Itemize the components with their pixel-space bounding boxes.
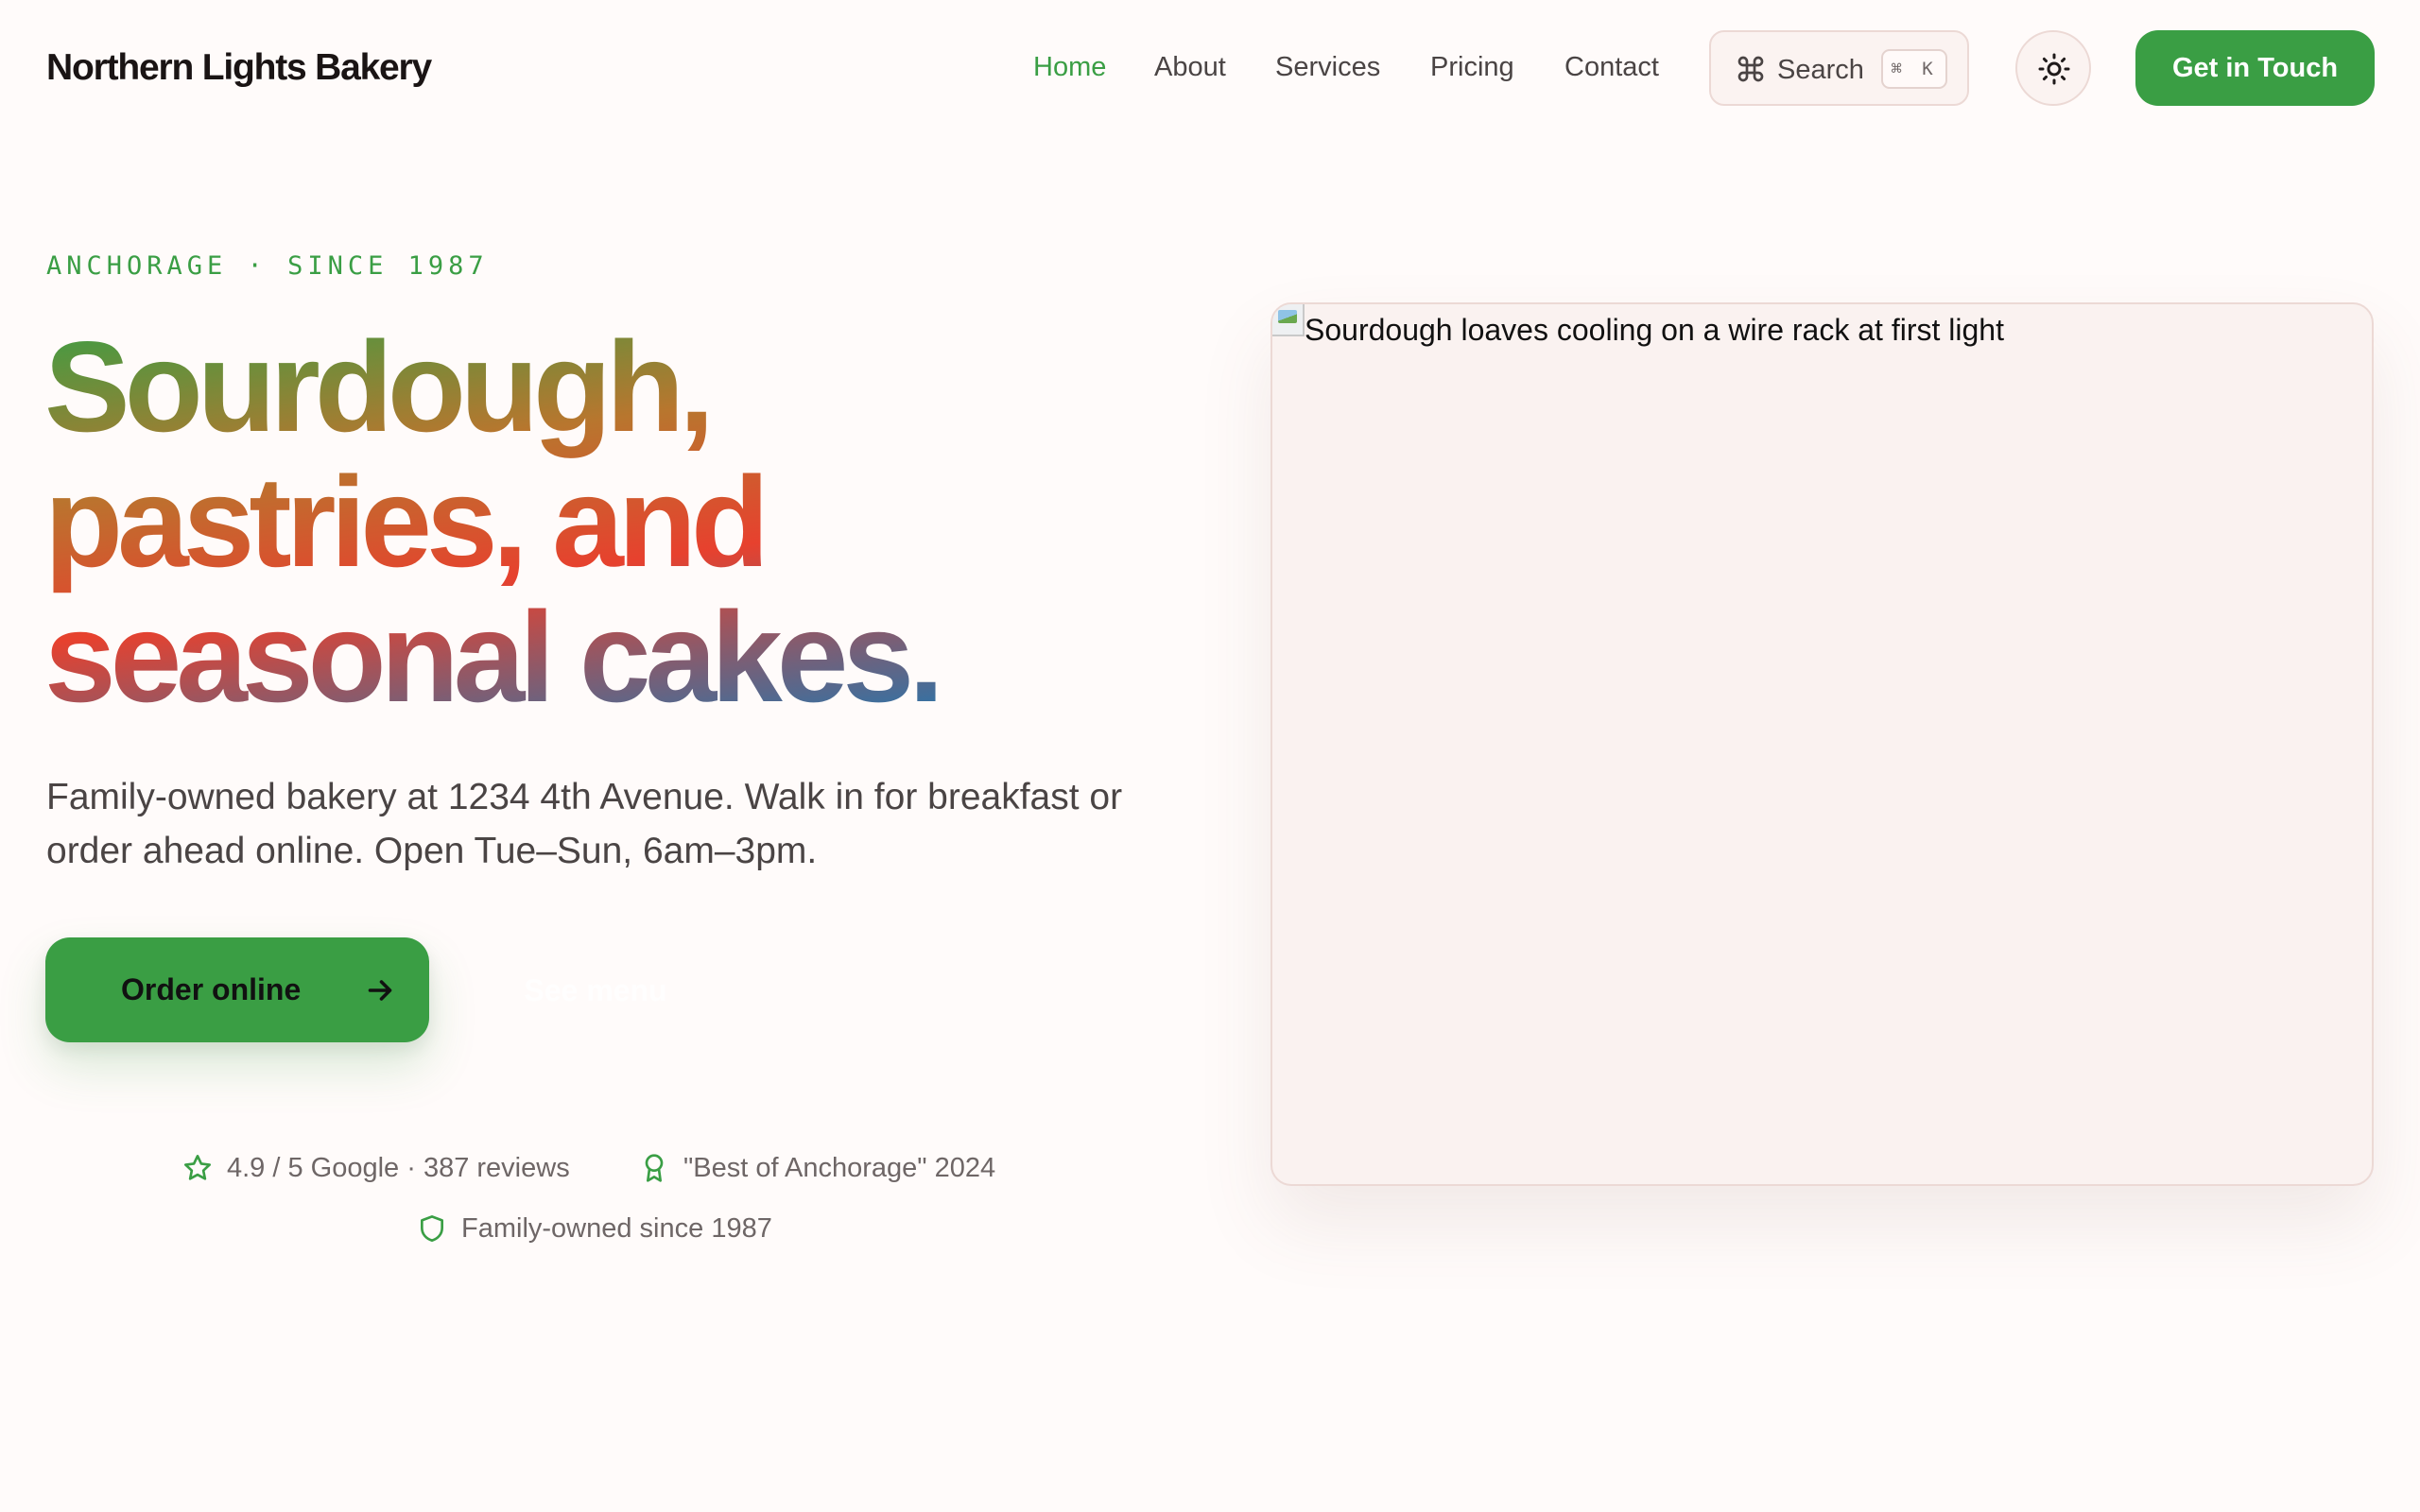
trust-rating-text: 4.9 / 5 Google · 387 reviews (227, 1153, 570, 1183)
nav-pricing[interactable]: Pricing (1430, 52, 1514, 83)
command-icon (1737, 56, 1764, 82)
search-label: Search (1777, 55, 1864, 85)
nav-home[interactable]: Home (1033, 52, 1106, 83)
broken-image-icon (1272, 304, 1305, 336)
brand-logo[interactable]: Northern Lights Bakery (46, 47, 432, 89)
shield-icon (421, 1215, 443, 1242)
arrow-right-icon (368, 980, 392, 1001)
sun-icon (2038, 53, 2070, 85)
nav-about[interactable]: About (1154, 52, 1226, 83)
trust-family-text: Family-owned since 1987 (461, 1213, 772, 1244)
star-icon (184, 1155, 211, 1180)
hero-eyebrow: ANCHORAGE · SINCE 1987 (46, 251, 489, 281)
get-in-touch-button[interactable]: Get in Touch (2135, 30, 2375, 106)
theme-toggle-button[interactable] (2015, 30, 2091, 106)
nav-services[interactable]: Services (1275, 52, 1380, 83)
trust-award-text: "Best of Anchorage" 2024 (683, 1153, 996, 1183)
nav-contact[interactable]: Contact (1564, 52, 1659, 83)
hero-description: Family-owned bakery at 1234 4th Avenue. … (46, 777, 1123, 871)
search-shortcut: ⌘ K (1881, 49, 1947, 89)
headline-line-2: pastries, and (44, 450, 764, 593)
headline-line-3: seasonal cakes. (44, 585, 939, 729)
order-online-button[interactable]: Order online (45, 937, 429, 1042)
order-online-label: Order online (121, 972, 302, 1006)
headline-line-1: Sourdough, (44, 315, 709, 458)
award-icon (645, 1154, 664, 1182)
see-menu-button[interactable]: See menu (473, 954, 718, 1026)
hero-headline: Sourdough, pastries, and seasonal cakes. (44, 319, 1132, 725)
site-header: Northern Lights Bakery Home About Servic… (0, 0, 2420, 136)
hero-image-alt-text: Sourdough loaves cooling on a wire rack … (1305, 313, 2004, 347)
search-button[interactable]: Search ⌘ K (1709, 30, 1969, 106)
hero-image: Sourdough loaves cooling on a wire rack … (1270, 302, 2374, 1186)
